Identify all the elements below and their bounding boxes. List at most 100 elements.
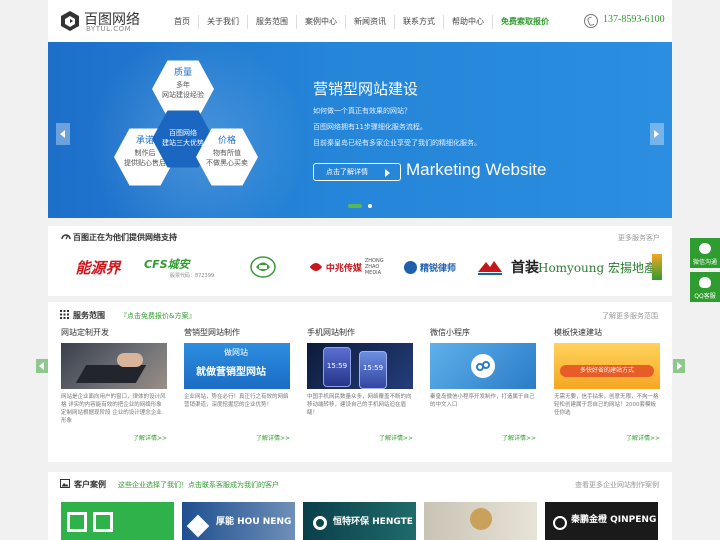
- template-img-label: 多快好省的建站方式: [560, 365, 654, 377]
- nav-help[interactable]: 帮助中心: [443, 15, 492, 29]
- hex-quality-line2: 网站建设经验: [162, 91, 204, 99]
- service-details-link[interactable]: 了解详情>>: [554, 433, 660, 442]
- partners-more-link[interactable]: 更多服务客户: [618, 233, 660, 243]
- nav-news[interactable]: 新闻资讯: [345, 15, 394, 29]
- partner-zhongzhao-name: 中兆传媒: [325, 263, 362, 274]
- qq-support-button[interactable]: QQ客服: [690, 272, 720, 302]
- case-hengte-name: 恒特环保 HENGTE E.P: [333, 517, 416, 527]
- service-image-template: 多快好省的建站方式: [554, 343, 660, 389]
- service-details-link[interactable]: 了解详情>>: [307, 433, 413, 442]
- wechat-icon: [699, 243, 711, 254]
- service-title: 网站定制开发: [61, 328, 109, 337]
- hex-price-line2: 不做黑心买卖: [206, 159, 248, 167]
- case-qinpeng-name: 秦鹏金橙 QINPENG JINYAO: [571, 515, 658, 525]
- phone-icon: [584, 14, 598, 28]
- nav-cases[interactable]: 案例中心: [296, 15, 345, 29]
- logo-icon[interactable]: [60, 10, 80, 32]
- services-next-arrow[interactable]: [673, 359, 685, 373]
- service-card-custom[interactable]: 网站定制开发 网站是企业面向用户的窗口，律体的设计风格 详实的内容能有效的把企业…: [61, 327, 167, 442]
- nav-contact[interactable]: 联系方式: [394, 15, 443, 29]
- service-details-link[interactable]: 了解详情>>: [430, 433, 536, 442]
- partner-logo-homyoung[interactable]: Homyoung 宏揚地產: [538, 254, 656, 280]
- partner-logo-red-mountain[interactable]: [476, 258, 504, 276]
- nav-home[interactable]: 首页: [166, 15, 198, 29]
- cases-contact-link[interactable]: 这些企业选择了我们！点击联系客服成为我们的客户: [118, 480, 279, 490]
- banner-dot-active[interactable]: [348, 204, 362, 208]
- service-desc: 网站是企业面向用户的窗口，律体的设计风格 详实的内容能有效的把企业的网络形象 定…: [61, 394, 166, 424]
- service-title: 模板快速建站: [554, 328, 602, 337]
- partner-zhongzhao-en: ZHONG ZHAO MEDIA: [364, 258, 384, 276]
- chevron-right-icon: [677, 362, 682, 370]
- gauge-icon: [61, 234, 71, 240]
- services-prev-arrow[interactable]: [36, 359, 48, 373]
- banner-details-button[interactable]: 点击了解详情: [313, 163, 401, 181]
- partner-logo-cfs[interactable]: CFS城安 股票代码：872399: [144, 254, 220, 280]
- qinpeng-icon: [553, 516, 567, 530]
- marketing-img-line1: 做网站: [224, 348, 248, 357]
- partner-logo-jingrui[interactable]: 精锐律师: [396, 254, 464, 280]
- service-title: 手机网站制作: [307, 328, 355, 337]
- partner-logo-green-emblem[interactable]: [250, 256, 276, 278]
- phone-time-1: 15:59: [326, 362, 348, 370]
- laptop-keyboard: [75, 365, 147, 383]
- services-title: 服务范围: [73, 311, 105, 320]
- hex-price-line1: 物有所值: [213, 149, 241, 157]
- houneng-icon: [186, 514, 210, 538]
- zhongzhao-icon: [309, 263, 323, 271]
- banner-next-arrow[interactable]: [650, 123, 664, 145]
- hand-shape: [117, 353, 143, 367]
- partner-cfs-stock: 股票代码：872399: [170, 272, 215, 279]
- case1-shape-2: [93, 512, 113, 532]
- services-free-quote-link[interactable]: 『点击免费报价&方案』: [120, 311, 195, 321]
- service-card-marketing[interactable]: 营销型网站制作 做网站 就做营销型网站 企业网站，势在必行！真正行之有效的网络营…: [184, 327, 290, 442]
- service-card-miniprogram[interactable]: 微信小程序 秦皇岛微信小程序开发制作，打造属于自己的中文入口 了解详情>>: [430, 327, 536, 442]
- case1-shape: [67, 512, 87, 532]
- nav-free-quote[interactable]: 免费索取报价: [492, 15, 557, 29]
- service-image-marketing: 做网站 就做营销型网站: [184, 343, 290, 389]
- phone-time-2: 15:59: [362, 364, 384, 372]
- services-more-link[interactable]: 了解更多服务范围: [602, 311, 658, 321]
- service-title: 微信小程序: [430, 328, 470, 337]
- service-desc: 企业网站，势在必行！真正行之有效的网络营销渠道，深度挖掘您的企业优势！: [184, 394, 289, 408]
- service-card-mobile[interactable]: 手机网站制作 15:59 15:59 中国手机网民数量众多，网络覆盖不断的向移动…: [307, 327, 413, 442]
- case-thumb-4[interactable]: [424, 502, 537, 540]
- service-image-phones: 15:59 15:59: [307, 343, 413, 389]
- banner-english-title: Marketing Website: [406, 160, 547, 179]
- qq-label: QQ客服: [694, 293, 716, 300]
- partner-logo-nengyuanjie[interactable]: 能源界: [66, 254, 130, 280]
- partner-jingrui-name: 精锐律师: [419, 263, 456, 274]
- case-thumb-qinpeng[interactable]: 秦鹏金橙 QINPENG JINYAO: [545, 502, 658, 540]
- nav-services[interactable]: 服务范围: [247, 15, 296, 29]
- service-details-link[interactable]: 了解详情>>: [61, 433, 167, 442]
- logo-domain: BYTUL.COM: [86, 25, 132, 33]
- banner-prev-arrow[interactable]: [56, 123, 70, 145]
- chevron-right-icon: [654, 130, 659, 138]
- case-thumb-hengte[interactable]: 恒特环保 HENGTE E.P: [303, 502, 416, 540]
- qq-icon: [699, 277, 711, 288]
- miniprogram-icon: [471, 354, 495, 378]
- service-details-link[interactable]: 了解详情>>: [184, 433, 290, 442]
- partner-logo-zhongzhao[interactable]: 中兆传媒 ZHONG ZHAO MEDIA: [308, 254, 386, 280]
- banner-line-2: 百图网络拥有11步骤细化服务流程。: [313, 123, 427, 131]
- case-thumb-houneng[interactable]: 厚能 HOU NENG: [182, 502, 295, 540]
- banner-line-1: 如何做一个真正有效果的网站？: [313, 107, 411, 115]
- service-card-template[interactable]: 模板快速建站 多快好省的建站方式 无需无要，信手拈来，创意无限，不拘一格 轻松创…: [554, 327, 660, 442]
- phone-number: 137-8593-6100: [603, 14, 665, 25]
- partner-logo-partial[interactable]: [652, 254, 662, 280]
- service-image-laptop: [61, 343, 167, 389]
- partners-title: 百图正在为他们提供网络支持: [73, 233, 177, 242]
- phone-shape-2: 15:59: [359, 351, 387, 389]
- case-thumb-1[interactable]: [61, 502, 174, 540]
- nav-about[interactable]: 关于我们: [198, 15, 247, 29]
- cases-title: 客户案例: [74, 480, 106, 489]
- partner-cfs-name: CFS城安: [144, 257, 190, 271]
- banner-dot[interactable]: [368, 204, 372, 208]
- wechat-support-button[interactable]: 微信沟通: [690, 238, 720, 268]
- case-houneng-name: 厚能 HOU NENG: [216, 517, 292, 527]
- service-title: 营销型网站制作: [184, 328, 240, 337]
- case4-emblem: [470, 508, 492, 530]
- cases-more-link[interactable]: 查看更多企业网站制作案例: [575, 480, 659, 490]
- service-desc: 中国手机网民数量众多，网络覆盖不断的向移动端转移，建设自己的手机网站迫在眉睫！: [307, 394, 412, 416]
- hengte-icon: [313, 516, 327, 530]
- phone-shape-1: 15:59: [323, 347, 351, 387]
